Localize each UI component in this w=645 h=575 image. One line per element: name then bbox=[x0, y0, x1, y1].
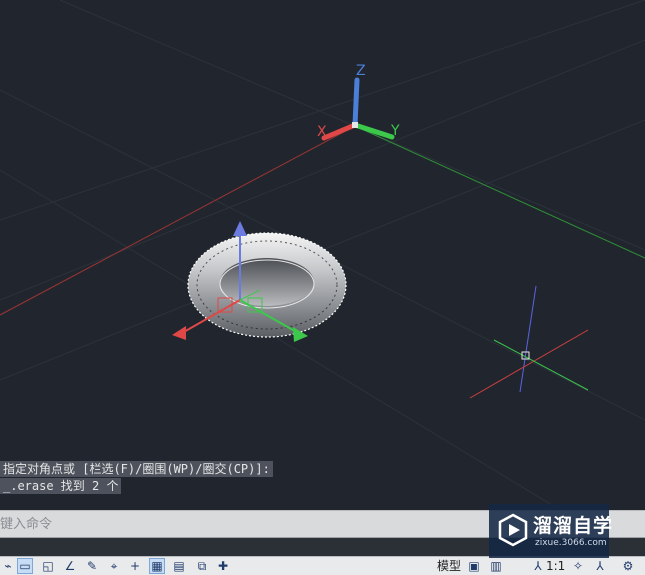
ortho-mode-icon[interactable]: ◱ bbox=[40, 558, 56, 574]
viewport-canvas[interactable]: Z X Y bbox=[0, 0, 645, 510]
ucs-icon[interactable]: Z X Y bbox=[317, 63, 400, 141]
object-snap-icon[interactable]: ⌖ bbox=[106, 558, 122, 574]
model-viewport[interactable]: Z X Y 指定对角点或 [栏选(F)/圈围(WP)/圈交(CP)]: _.er… bbox=[0, 0, 645, 510]
torus-object[interactable] bbox=[187, 232, 347, 338]
model-space-label[interactable]: 模型 bbox=[437, 558, 461, 574]
selection-cycling-icon[interactable]: ⧉ bbox=[194, 558, 210, 574]
snap-mode-icon[interactable]: ⌁ bbox=[0, 558, 16, 574]
command-input[interactable] bbox=[0, 511, 490, 537]
polar-tracking-icon[interactable]: ∠ bbox=[62, 558, 78, 574]
gizmo-icon[interactable]: ✚ bbox=[215, 558, 231, 574]
command-history-line: 指定对角点或 [栏选(F)/圈围(WP)/圈交(CP)]: bbox=[0, 461, 273, 477]
layout-tabs-icon[interactable]: ▥ bbox=[488, 558, 504, 574]
ucs-y-label: Y bbox=[390, 123, 400, 139]
dynamic-ucs-icon[interactable]: ▦ bbox=[149, 558, 165, 574]
status-toolbar: ⌁ ▭ ◱ ∠ ✎ ⌖ + ▦ ▤ ⧉ ✚ 模型 ▣ ▥ ⅄ 1:1 ✧ ⅄ ⚙ bbox=[0, 556, 645, 575]
crosshair-cursor bbox=[469, 285, 589, 399]
ucs-z-label: Z bbox=[356, 63, 366, 79]
lineweight-icon[interactable]: ▤ bbox=[171, 558, 187, 574]
grid-display-icon[interactable]: ▭ bbox=[17, 558, 33, 574]
model-layout-icon[interactable]: ▣ bbox=[466, 558, 482, 574]
world-y-axis-line bbox=[354, 125, 645, 259]
watermark-url: zixue.3066.com bbox=[535, 538, 607, 548]
command-history-line: _.erase 找到 2 个 bbox=[0, 478, 122, 494]
watermark-title: 溜溜自学 bbox=[533, 515, 614, 537]
watermark: 溜溜自学 zixue.3066.com bbox=[489, 504, 612, 558]
settings-gear-icon[interactable]: ⚙ bbox=[620, 558, 636, 574]
crosshair-toggle-icon[interactable]: + bbox=[127, 558, 143, 574]
ucs-x-label: X bbox=[317, 124, 327, 140]
annotation-visibility-icon[interactable]: ✧ bbox=[570, 558, 586, 574]
annotation-scale-icon[interactable]: ⅄ bbox=[530, 558, 546, 574]
watermark-logo-icon bbox=[498, 513, 528, 547]
annotation-scale-value[interactable]: 1:1 bbox=[546, 558, 565, 574]
auto-scale-icon[interactable]: ⅄ bbox=[592, 558, 608, 574]
object-snap-tracking-icon[interactable]: ✎ bbox=[84, 558, 100, 574]
